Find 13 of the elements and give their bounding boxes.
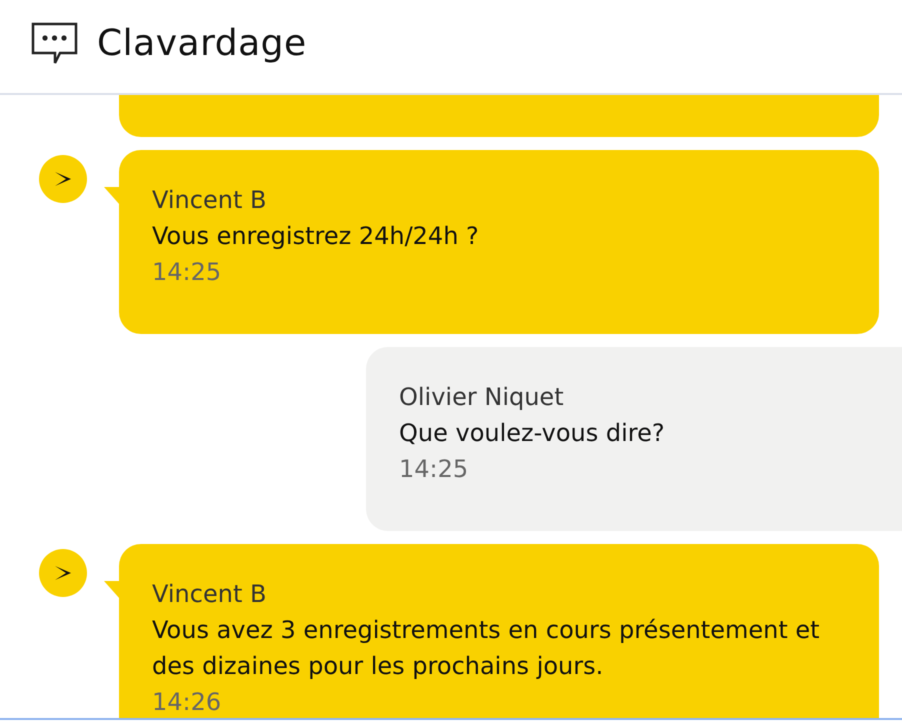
chevron-icon [54,171,72,187]
sender-name: Olivier Niquet [399,382,565,413]
chat-icon [31,22,79,66]
message-text: Que voulez-vous dire? [399,418,666,449]
page-title: Clavardage [97,22,307,66]
sender-name: Vincent B [152,579,268,610]
message-time: 14:25 [152,257,222,288]
message-text: Vous avez 3 enregistrements en cours présentement et des dizaines pour les prochains jours. [152,615,821,682]
message-time: 14:25 [399,454,470,485]
message-text: Vous enregistrez 24h/24h ? [152,221,480,252]
message-time: 14:26 [152,687,222,718]
chevron-icon [54,565,72,581]
sender-name: Vincent B [152,185,268,216]
